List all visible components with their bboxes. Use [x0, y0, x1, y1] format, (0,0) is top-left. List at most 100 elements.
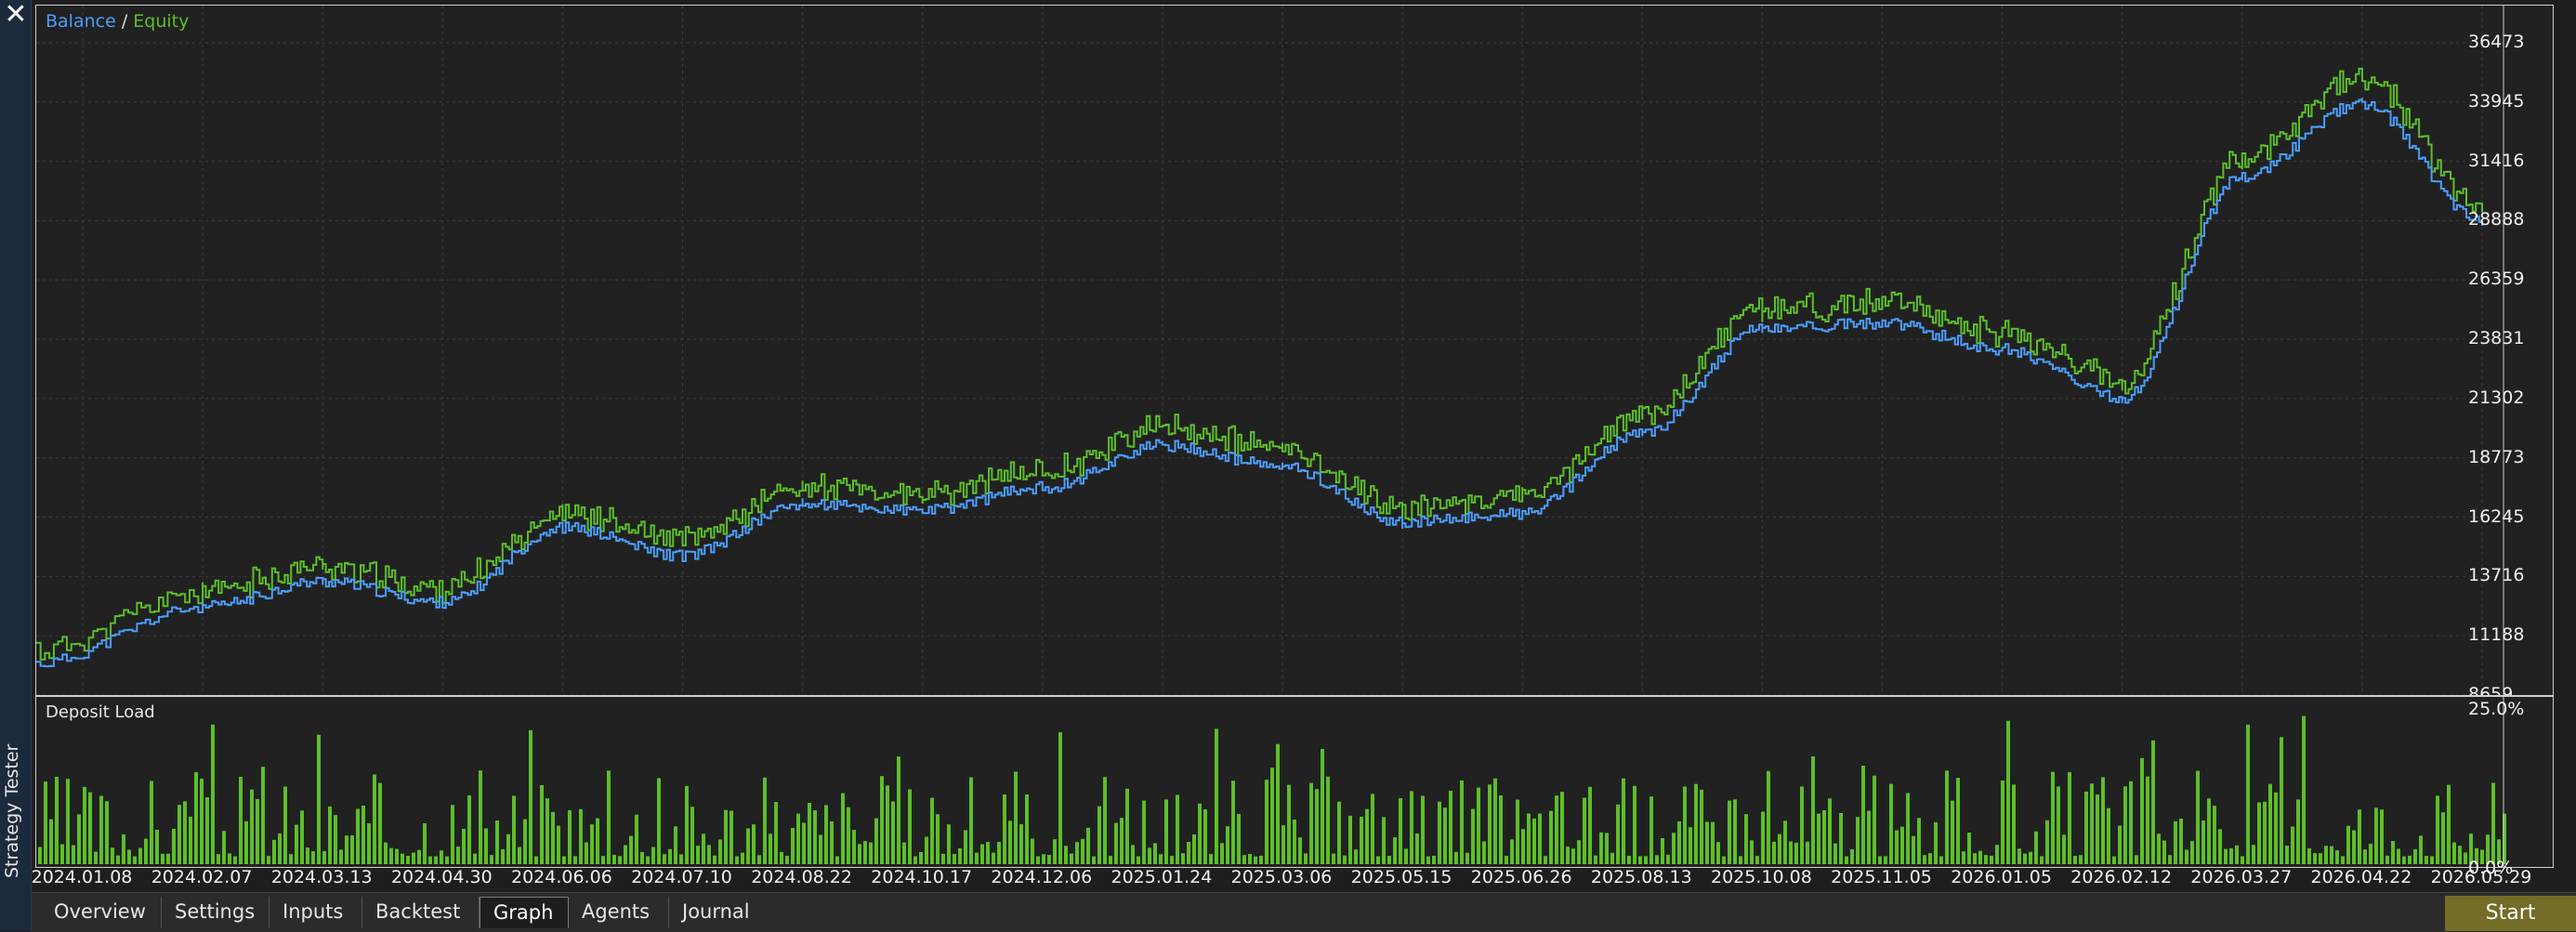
deposit-load-bar [150, 781, 153, 864]
deposit-load-bar [1399, 798, 1402, 864]
x-tick-label: 2024.01.08 [31, 867, 133, 887]
close-icon[interactable]: ✕ [4, 1, 28, 29]
deposit-load-bar [1058, 732, 1062, 864]
deposit-load-bar [2057, 786, 2060, 864]
x-tick-label: 2026.04.22 [2310, 867, 2412, 887]
deposit-load-bar [2313, 853, 2317, 864]
deposit-load-bar [545, 798, 549, 864]
deposit-load-bar [1170, 856, 1174, 864]
deposit-load-bar [373, 774, 376, 864]
deposit-load-bar [1348, 815, 1352, 864]
tab-settings[interactable]: Settings [162, 897, 269, 928]
x-tick-label: 2024.07.10 [631, 867, 732, 887]
start-button[interactable]: Start [2445, 896, 2576, 931]
deposit-load-bar [562, 856, 566, 864]
tab-backtest[interactable]: Backtest [362, 897, 480, 928]
deposit-load-bar [741, 852, 744, 864]
deposit-load-bar [1800, 786, 1804, 864]
deposit-load-bar [412, 852, 415, 864]
deposit-load-bar [2447, 784, 2451, 864]
deposit-load-bar [1137, 856, 1140, 864]
deposit-load-bar [1153, 843, 1157, 864]
deposit-load-bar [1549, 810, 1553, 864]
deposit-load-bar [389, 847, 393, 864]
deposit-load-bar [746, 828, 750, 864]
deposit-load-plot [38, 697, 2506, 867]
deposit-load-bar [2185, 849, 2188, 864]
deposit-load-bar [690, 807, 694, 864]
deposit-load-bar [1081, 838, 1084, 864]
deposit-load-bar [484, 828, 488, 864]
deposit-load-bar [2207, 798, 2211, 864]
deposit-load-bar [2062, 834, 2066, 864]
deposit-load-bar [2408, 855, 2412, 864]
deposit-load-bar [1315, 789, 1319, 864]
deposit-load-bar [1410, 791, 1413, 864]
deposit-load-bar [1337, 801, 1341, 864]
deposit-load-bar [1661, 838, 1664, 864]
deposit-load-bar [2441, 812, 2445, 864]
deposit-load-bar [2491, 782, 2495, 864]
deposit-load-bar [306, 847, 309, 864]
deposit-load-bar [1705, 821, 1709, 864]
deposit-load-bar [1231, 781, 1235, 864]
deposit-load-bar [1789, 841, 1793, 864]
deposit-load-bar [1951, 800, 1954, 864]
deposit-load-bar [60, 844, 64, 864]
tab-graph[interactable]: Graph [480, 897, 569, 928]
deposit-load-bar [1900, 826, 1904, 864]
deposit-load-bar [334, 815, 337, 864]
deposit-load-bar [1298, 837, 1302, 864]
deposit-load-bar [2101, 777, 2105, 864]
deposit-load-bar [975, 852, 979, 864]
deposit-load-bar [925, 836, 928, 864]
deposit-load-bar [2385, 855, 2389, 864]
deposit-load-bar [317, 734, 321, 864]
deposit-load-bar [1995, 845, 1999, 864]
deposit-load-bar [1276, 743, 1280, 864]
deposit-load-bar [1945, 770, 1949, 864]
deposit-load-bar [1638, 856, 1642, 864]
tab-agents[interactable]: Agents [569, 897, 669, 928]
deposit-load-bar [1683, 786, 1687, 864]
deposit-load-bar [1092, 856, 1096, 864]
deposit-load-bar [886, 785, 889, 864]
deposit-load-bar [166, 853, 170, 864]
y-tick-label: 26359 [2468, 269, 2525, 290]
deposit-load-bar [105, 801, 109, 864]
deposit-load-bar [1510, 839, 1514, 864]
deposit-load-bar [1605, 833, 1609, 864]
x-tick-label: 2026.05.29 [2430, 867, 2532, 887]
deposit-load-bar [295, 824, 298, 864]
deposit-load-bar [1677, 820, 1681, 864]
deposit-load-bar [406, 856, 410, 864]
deposit-load-bar [1070, 853, 1073, 864]
deposit-load-bar [417, 849, 421, 864]
deposit-load-bar [1103, 777, 1107, 864]
deposit-load-bar [244, 820, 248, 864]
deposit-load-bar [189, 816, 192, 864]
deposit-load-bar [1973, 853, 1977, 864]
deposit-load-bar [122, 834, 125, 864]
deposit-load-bar [902, 842, 906, 864]
deposit-load-bar [2129, 781, 2133, 864]
deposit-load-bar [1343, 855, 1347, 864]
deposit-load-bar [601, 856, 605, 864]
deposit-load-bar [456, 847, 460, 864]
x-tick-label: 2024.03.13 [270, 867, 373, 887]
deposit-load-bar [707, 845, 711, 864]
deposit-load-bar [997, 842, 1001, 864]
tab-journal[interactable]: Journal [669, 897, 771, 928]
deposit-load-bar [2452, 842, 2456, 864]
deposit-load-bar [228, 853, 231, 864]
deposit-load-bar [947, 824, 951, 864]
deposit-load-bar [127, 849, 131, 864]
tab-overview[interactable]: Overview [41, 897, 162, 928]
deposit-load-bar [1889, 783, 1893, 864]
deposit-load-bar [1404, 848, 1408, 864]
deposit-load-bar [2118, 825, 2122, 864]
deposit-load-bar [2017, 848, 2021, 864]
tab-inputs[interactable]: Inputs [269, 897, 362, 928]
deposit-load-bar [2274, 792, 2278, 864]
deposit-load-bar [2096, 794, 2099, 864]
